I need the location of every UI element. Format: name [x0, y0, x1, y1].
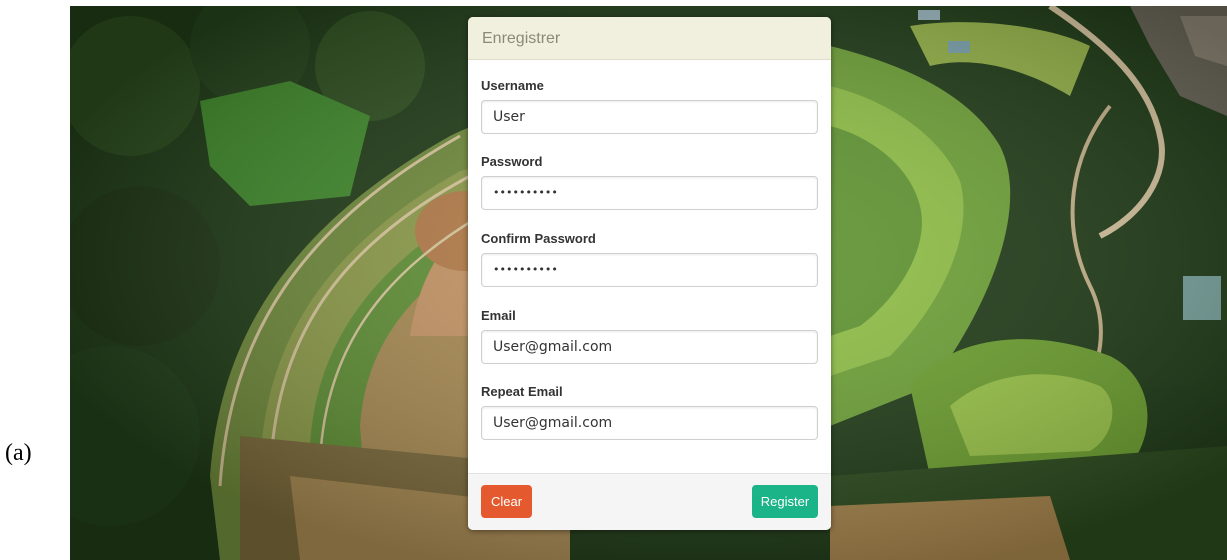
- repeat-email-input[interactable]: User@gmail.com: [481, 406, 818, 440]
- form-footer: Clear Register: [468, 473, 831, 530]
- confirm-password-input[interactable]: ••••••••••: [481, 253, 818, 287]
- confirm-password-label: Confirm Password: [481, 231, 596, 246]
- repeat-email-label: Repeat Email: [481, 384, 563, 399]
- email-label: Email: [481, 308, 516, 323]
- clear-button[interactable]: Clear: [481, 485, 532, 518]
- form-title: Enregistrer: [482, 30, 561, 47]
- register-button[interactable]: Register: [752, 485, 818, 518]
- confirm-password-group: Confirm Password ••••••••••: [481, 231, 818, 287]
- form-header: Enregistrer: [468, 17, 831, 60]
- password-label: Password: [481, 154, 543, 169]
- email-input[interactable]: User@gmail.com: [481, 330, 818, 364]
- register-form: Enregistrer Username User Password •••••…: [468, 17, 831, 530]
- username-input[interactable]: User: [481, 100, 818, 134]
- figure-caption: (a): [5, 440, 32, 466]
- email-group: Email User@gmail.com: [481, 308, 818, 364]
- username-label: Username: [481, 78, 544, 93]
- repeat-email-group: Repeat Email User@gmail.com: [481, 384, 818, 440]
- password-group: Password ••••••••••: [481, 154, 818, 210]
- username-group: Username User: [481, 78, 818, 134]
- password-input[interactable]: ••••••••••: [481, 176, 818, 210]
